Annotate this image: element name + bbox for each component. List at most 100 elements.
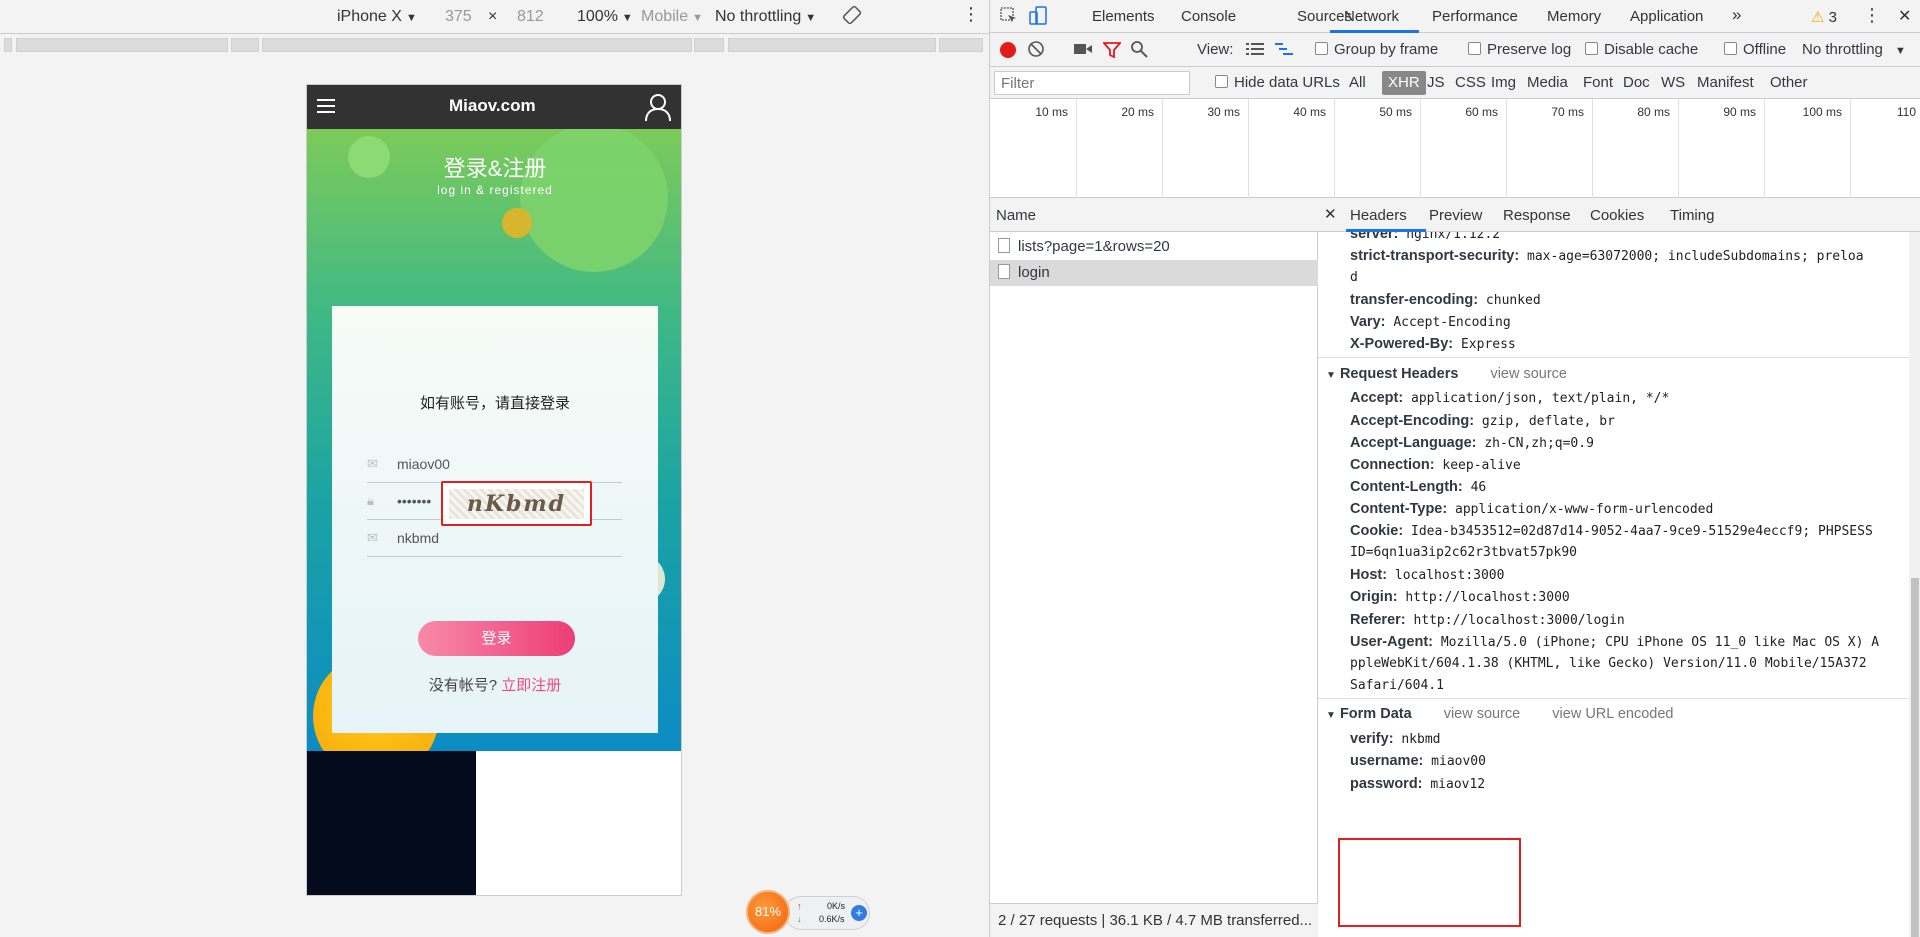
tab-performance[interactable]: Performance (1432, 8, 1518, 25)
ruler-segment[interactable] (262, 38, 692, 52)
more-options-icon[interactable]: ⋮ (962, 4, 980, 25)
device-select[interactable]: iPhone X ▼ (337, 8, 417, 26)
warnings-badge[interactable]: ⚠ 3 (1811, 8, 1837, 26)
screenshot-icon[interactable] (1074, 42, 1092, 60)
header-key: transfer-encoding: (1350, 292, 1479, 308)
height-input[interactable]: 812 (517, 8, 544, 26)
view-url-encoded-link[interactable]: view URL encoded (1552, 706, 1673, 722)
device-emulation-pane: iPhone X ▼ 375 × 812 100% ▼ Mobile ▼ No thr… (0, 0, 989, 937)
ruler-segment[interactable] (16, 38, 228, 52)
tab-preview[interactable]: Preview (1429, 207, 1482, 224)
ruler-segment[interactable] (728, 38, 936, 52)
user-icon[interactable] (644, 92, 672, 125)
preserve-log-toggle[interactable]: Preserve log (1468, 41, 1571, 58)
tab-cookies[interactable]: Cookies (1590, 207, 1644, 224)
hide-data-urls-toggle[interactable]: Hide data URLs (1215, 74, 1340, 91)
response-header-line: Vary: Accept-Encoding (1350, 314, 1511, 330)
request-row[interactable]: lists?page=1&rows=20 (990, 234, 1318, 260)
network-overview-timeline[interactable]: 10 ms 20 ms 30 ms 40 ms 50 ms 60 ms 70 m… (990, 99, 1920, 198)
menu-icon[interactable] (315, 95, 337, 120)
chevron-down-icon: ▼ (1895, 45, 1906, 57)
view-source-link[interactable]: view source (1490, 366, 1567, 382)
filter-type-css[interactable]: CSS (1455, 74, 1486, 91)
scrollbar-thumb[interactable] (1911, 578, 1919, 937)
grid-line (1420, 99, 1421, 198)
chevron-down-icon: ▼ (621, 12, 633, 24)
username-field[interactable]: ✉ miaov00 (367, 446, 622, 483)
login-button[interactable]: 登录 (418, 621, 575, 656)
header-key: Referer: (1350, 612, 1406, 628)
close-icon[interactable]: ✕ (1324, 205, 1337, 223)
network-speed-widget[interactable]: ↑ 0K/s ↓ 0.6K/s + 81% (746, 890, 872, 934)
throttle-select[interactable]: No throttling ▼ (715, 8, 816, 26)
ruler-segment[interactable] (4, 38, 12, 52)
ruler-segment[interactable] (694, 38, 724, 52)
plus-icon[interactable]: + (851, 905, 867, 921)
download-speed: 0.6K/s (819, 914, 845, 924)
header-key: Content-Length: (1350, 479, 1463, 495)
ruler-segment[interactable] (939, 38, 983, 52)
filter-type-other[interactable]: Other (1770, 74, 1808, 91)
inspect-element-icon[interactable] (1000, 7, 1018, 29)
header-key: Connection: (1350, 457, 1435, 473)
device-toggle-icon[interactable] (1028, 6, 1048, 30)
password-value: ••••••• (397, 493, 432, 509)
filter-icon[interactable] (1102, 41, 1122, 63)
timeline-tick: 10 ms (1035, 105, 1068, 119)
tab-application[interactable]: Application (1630, 8, 1703, 25)
close-icon[interactable]: ✕ (1898, 6, 1911, 26)
zoom-select[interactable]: 100% ▼ (577, 8, 633, 26)
mode-select[interactable]: Mobile ▼ (641, 8, 703, 26)
throttle-dropdown[interactable]: No throttling ▼ (1802, 41, 1906, 58)
header-value: ppleWebKit/604.1.38 (KHTML, like Gecko) … (1350, 656, 1867, 671)
tab-memory[interactable]: Memory (1547, 8, 1601, 25)
response-header-line: strict-transport-security: max-age=63072… (1350, 248, 1864, 264)
tab-headers[interactable]: Headers (1350, 207, 1407, 224)
tab-response[interactable]: Response (1503, 207, 1571, 224)
register-link[interactable]: 立即注册 (501, 677, 561, 694)
request-headers-section[interactable]: ▼ Request Headers view source (1326, 366, 1567, 382)
headers-content: server: nginx/1.12.2 strict-transport-se… (1318, 232, 1909, 937)
filter-type-media[interactable]: Media (1527, 74, 1568, 91)
grid-line (1076, 99, 1077, 198)
more-tabs-icon[interactable]: » (1732, 5, 1741, 25)
clear-icon[interactable] (1027, 40, 1045, 62)
tab-elements[interactable]: Elements (1092, 8, 1155, 25)
rotate-icon[interactable] (842, 5, 862, 30)
filter-type-ws[interactable]: WS (1661, 74, 1685, 91)
request-row[interactable]: login (990, 260, 1318, 286)
search-icon[interactable] (1130, 40, 1148, 62)
name-column-header[interactable]: Name (990, 198, 1318, 232)
captcha-image[interactable]: nKbmd (441, 481, 592, 526)
filter-type-font[interactable]: Font (1583, 74, 1613, 91)
filter-input[interactable] (994, 71, 1190, 95)
scrollbar[interactable] (1909, 232, 1920, 937)
tab-console[interactable]: Console (1181, 8, 1236, 25)
group-by-frame-toggle[interactable]: Group by frame (1315, 41, 1438, 58)
filter-type-all[interactable]: All (1349, 74, 1366, 91)
width-input[interactable]: 375 (445, 8, 472, 26)
ruler-segment[interactable] (231, 38, 259, 52)
filter-type-manifest[interactable]: Manifest (1697, 74, 1754, 91)
filter-bar: Hide data URLs All XHR JS CSS Img Media … (990, 67, 1920, 99)
view-source-link[interactable]: view source (1444, 706, 1521, 722)
large-rows-icon[interactable] (1246, 42, 1264, 60)
header-key: Accept-Encoding: (1350, 413, 1475, 429)
disable-cache-toggle[interactable]: Disable cache (1585, 41, 1698, 58)
tab-timing[interactable]: Timing (1670, 207, 1714, 224)
filter-type-img[interactable]: Img (1491, 74, 1516, 91)
waterfall-icon[interactable] (1275, 42, 1293, 60)
speed-percent: 81% (746, 890, 790, 934)
form-data-section[interactable]: ▼ Form Data view source view URL encoded (1326, 706, 1673, 722)
filter-type-xhr[interactable]: XHR (1382, 71, 1426, 95)
more-options-icon[interactable]: ⋮ (1863, 5, 1881, 26)
register-prompt: 没有帐号? 立即注册 (307, 674, 681, 695)
timeline-tick: 100 ms (1802, 105, 1842, 119)
dimension-separator: × (488, 8, 498, 25)
record-icon[interactable] (1000, 42, 1016, 58)
filter-type-js[interactable]: JS (1427, 74, 1445, 91)
offline-toggle[interactable]: Offline (1724, 41, 1786, 58)
tab-network[interactable]: Network (1344, 8, 1399, 25)
site-logo[interactable]: Miaov.com (449, 96, 536, 116)
filter-type-doc[interactable]: Doc (1623, 74, 1650, 91)
